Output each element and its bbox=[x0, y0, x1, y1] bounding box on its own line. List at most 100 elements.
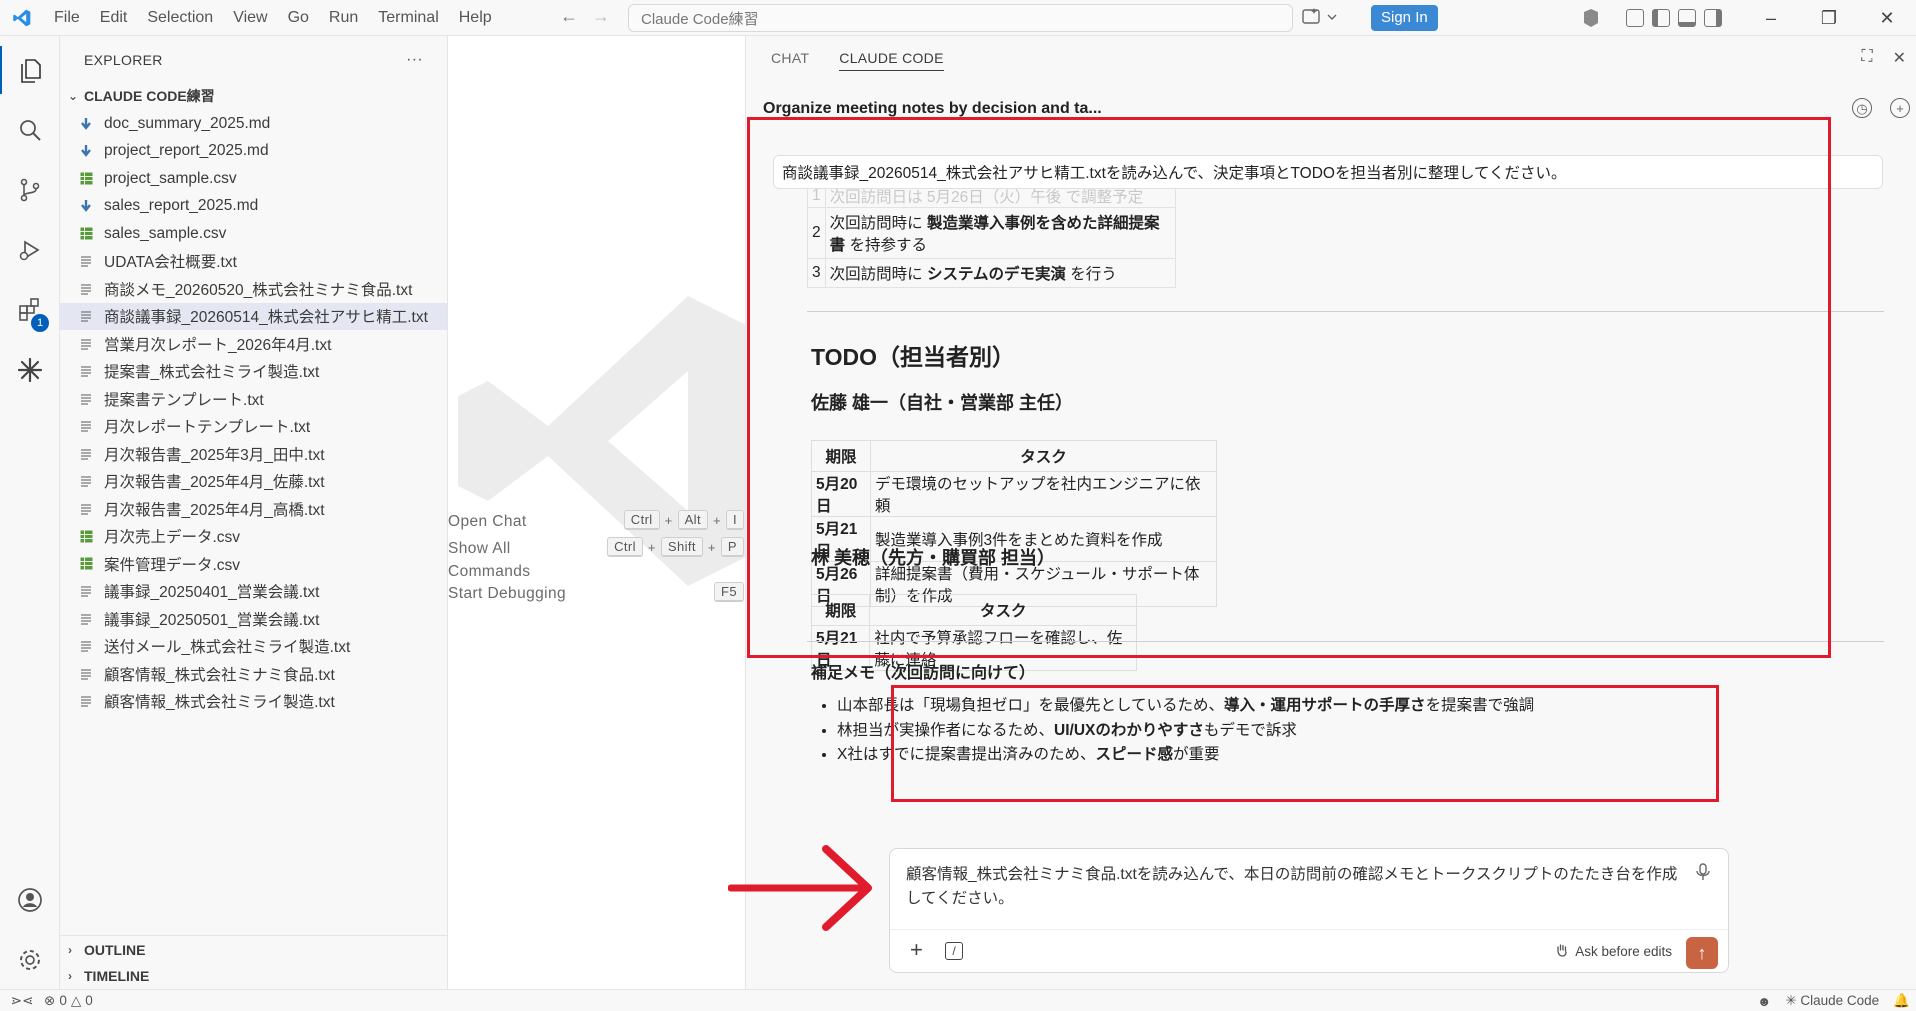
chat-sparkle-icon[interactable] bbox=[1302, 7, 1338, 32]
more-actions-icon[interactable]: ··· bbox=[406, 51, 423, 69]
file-item[interactable]: 案件管理データ.csv bbox=[60, 550, 447, 578]
claude-code-icon[interactable] bbox=[0, 346, 60, 394]
maximize-panel-icon[interactable]: ⛶ bbox=[1861, 48, 1872, 68]
menu-edit[interactable]: Edit bbox=[90, 0, 138, 36]
chevron-right-icon: › bbox=[68, 942, 72, 957]
menu-terminal[interactable]: Terminal bbox=[368, 0, 448, 36]
permission-mode[interactable]: Ask before edits bbox=[1555, 943, 1672, 959]
file-item[interactable]: 顧客情報_株式会社ミナミ食品.txt bbox=[60, 660, 447, 688]
search-icon[interactable] bbox=[0, 106, 60, 154]
restore-icon[interactable]: ❐ bbox=[1800, 0, 1858, 36]
command-center-search[interactable]: Claude Code練習 bbox=[628, 4, 1293, 32]
outline-label: OUTLINE bbox=[84, 941, 146, 958]
file-name: 送付メール_株式会社ミライ製造.txt bbox=[104, 639, 351, 657]
file-item[interactable]: project_sample.csv bbox=[60, 165, 447, 193]
tab-claude-code[interactable]: CLAUDE CODE bbox=[839, 50, 944, 71]
explorer-sidebar: EXPLORER ··· ⌄ CLAUDE CODE練習 doc_summary… bbox=[60, 36, 448, 989]
csv-file-icon bbox=[74, 172, 98, 185]
key-cap: Ctrl bbox=[623, 510, 660, 530]
send-button[interactable]: ↑ bbox=[1686, 937, 1718, 969]
menu-go[interactable]: Go bbox=[278, 0, 319, 36]
file-item[interactable]: 月次報告書_2025年3月_田中.txt bbox=[60, 440, 447, 468]
menu-run[interactable]: Run bbox=[319, 0, 368, 36]
shortcut-label: Show All Commands bbox=[448, 540, 531, 580]
file-item[interactable]: doc_summary_2025.md bbox=[60, 110, 447, 138]
minimize-icon[interactable]: – bbox=[1742, 0, 1800, 36]
customize-layout-icon[interactable] bbox=[1626, 9, 1644, 27]
command-center-label: Claude Code練習 bbox=[641, 10, 759, 28]
file-item[interactable]: sales_sample.csv bbox=[60, 220, 447, 248]
file-item[interactable]: UDATA会社概要.txt bbox=[60, 248, 447, 276]
shortcut-row[interactable]: Open Chat Ctrl + Alt + I bbox=[448, 510, 745, 533]
key-cap: F5 bbox=[714, 582, 744, 602]
file-item[interactable]: 議事録_20250501_営業会議.txt bbox=[60, 605, 447, 633]
close-window-icon[interactable]: ✕ bbox=[1858, 0, 1916, 36]
key-cap: Shift bbox=[660, 537, 703, 557]
file-item[interactable]: sales_report_2025.md bbox=[60, 193, 447, 221]
microphone-icon[interactable] bbox=[1696, 863, 1710, 886]
file-item[interactable]: 顧客情報_株式会社ミライ製造.txt bbox=[60, 688, 447, 716]
history-clock-icon[interactable]: ◷ bbox=[1852, 98, 1872, 118]
file-item[interactable]: 議事録_20250401_営業会議.txt bbox=[60, 578, 447, 606]
problems-indicator[interactable]: ⊗ 0 △ 0 bbox=[44, 993, 93, 1009]
highlight-box-response bbox=[747, 117, 1831, 658]
file-item[interactable]: 商談メモ_20260520_株式会社ミナミ食品.txt bbox=[60, 275, 447, 303]
workspace-folder[interactable]: ⌄ CLAUDE CODE練習 bbox=[60, 84, 447, 108]
new-session-plus-icon[interactable]: + bbox=[1890, 98, 1910, 118]
copilot-status-icon[interactable]: ☻ bbox=[1757, 994, 1771, 1009]
editor-area: Open Chat Ctrl + Alt + I Show All Commands Ctrl… bbox=[448, 36, 746, 989]
composer-divider bbox=[890, 929, 1728, 930]
add-context-plus-icon[interactable]: + bbox=[910, 937, 923, 963]
file-name: 営業月次レポート_2026年4月.txt bbox=[104, 336, 332, 354]
menu-view[interactable]: View bbox=[223, 0, 277, 36]
extensions-icon[interactable]: 1 bbox=[0, 286, 60, 334]
toggle-panel-icon[interactable] bbox=[1678, 9, 1696, 27]
file-item[interactable]: 商談議事録_20260514_株式会社アサヒ精工.txt bbox=[60, 302, 447, 330]
menu-selection[interactable]: Selection bbox=[137, 0, 223, 36]
outline-section[interactable]: › OUTLINE bbox=[60, 935, 448, 963]
chevron-right-icon: › bbox=[68, 969, 72, 983]
file-item[interactable]: 月次売上データ.csv bbox=[60, 523, 447, 551]
status-bar: ⋗⋖ ⊗ 0 △ 0 ☻ ✳ Claude Code 🔔 bbox=[0, 989, 1916, 1011]
prompt-input[interactable]: 顧客情報_株式会社ミナミ食品.txtを読み込んで、本日の訪問前の確認メモとトーク… bbox=[906, 863, 1686, 911]
menu-file[interactable]: File bbox=[44, 0, 90, 36]
source-control-icon[interactable] bbox=[0, 166, 60, 214]
close-panel-icon[interactable]: ✕ bbox=[1893, 48, 1906, 68]
toggle-sidebar-icon[interactable] bbox=[1652, 9, 1670, 27]
menu-help[interactable]: Help bbox=[449, 0, 502, 36]
file-name: 商談メモ_20260520_株式会社ミナミ食品.txt bbox=[104, 281, 413, 299]
vscode-logo-icon bbox=[0, 0, 44, 36]
run-debug-icon[interactable] bbox=[0, 226, 60, 274]
file-item[interactable]: 提案書_株式会社ミライ製造.txt bbox=[60, 358, 447, 386]
shortcut-row[interactable]: Show All Commands Ctrl + Shift + P bbox=[448, 537, 745, 583]
file-item[interactable]: 月次報告書_2025年4月_佐藤.txt bbox=[60, 468, 447, 496]
file-item[interactable]: project_report_2025.md bbox=[60, 138, 447, 166]
markdown-file-icon bbox=[74, 199, 98, 213]
file-item[interactable]: 月次報告書_2025年4月_高橋.txt bbox=[60, 495, 447, 523]
timeline-section[interactable]: › TIMELINE bbox=[60, 962, 448, 990]
sign-in-button[interactable]: Sign In bbox=[1371, 5, 1438, 31]
shortcut-row[interactable]: Start Debugging F5 bbox=[448, 582, 745, 605]
claude-code-status[interactable]: ✳ Claude Code bbox=[1785, 993, 1879, 1009]
prompt-composer[interactable]: 顧客情報_株式会社ミナミ食品.txtを読み込んで、本日の訪問前の確認メモとトーク… bbox=[889, 848, 1729, 973]
file-name: 月次報告書_2025年4月_高橋.txt bbox=[104, 501, 325, 519]
forward-arrow-icon[interactable]: → bbox=[592, 6, 610, 27]
copilot-icon[interactable] bbox=[1580, 8, 1602, 28]
file-tree: doc_summary_2025.md project_report_2025.m… bbox=[60, 110, 447, 715]
settings-gear-icon[interactable] bbox=[0, 936, 60, 984]
slash-command-icon[interactable]: / bbox=[945, 942, 963, 960]
notifications-bell-icon[interactable]: 🔔 bbox=[1893, 993, 1910, 1009]
accounts-icon[interactable] bbox=[0, 876, 60, 924]
file-item[interactable]: 営業月次レポート_2026年4月.txt bbox=[60, 330, 447, 358]
toggle-secondary-sidebar-icon[interactable] bbox=[1704, 9, 1722, 27]
back-arrow-icon[interactable]: ← bbox=[560, 6, 578, 27]
remote-icon[interactable]: ⋗⋖ bbox=[0, 993, 44, 1009]
file-item[interactable]: 送付メール_株式会社ミライ製造.txt bbox=[60, 633, 447, 661]
file-item[interactable]: 提案書テンプレート.txt bbox=[60, 385, 447, 413]
file-name: 顧客情報_株式会社ミナミ食品.txt bbox=[104, 666, 335, 684]
tab-chat[interactable]: CHAT bbox=[771, 50, 809, 71]
file-name: 月次報告書_2025年3月_田中.txt bbox=[104, 446, 325, 464]
explorer-icon[interactable] bbox=[0, 46, 60, 94]
text-file-icon bbox=[74, 365, 98, 377]
file-item[interactable]: 月次レポートテンプレート.txt bbox=[60, 413, 447, 441]
